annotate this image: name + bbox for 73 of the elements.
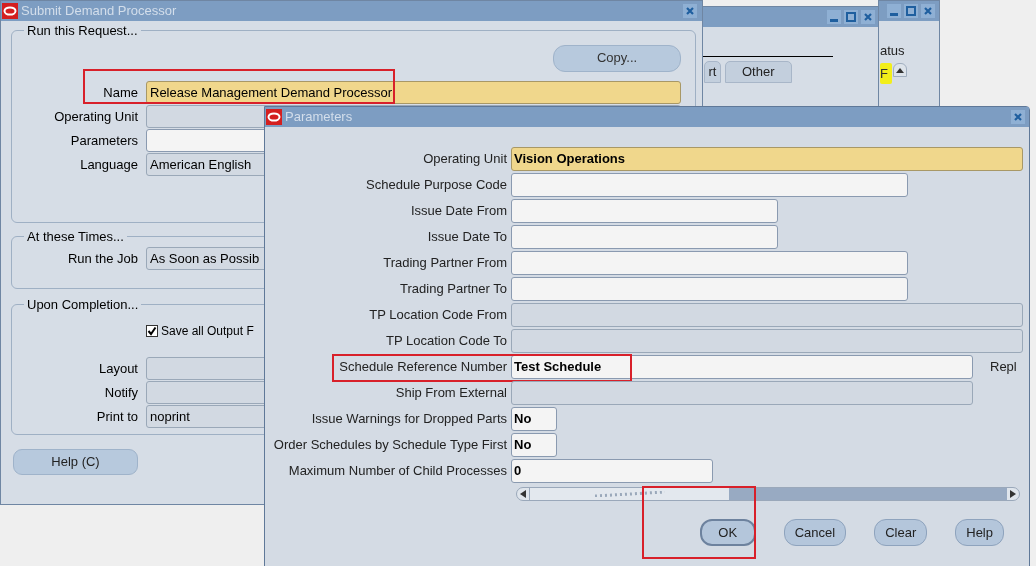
field-label: Operating Unit <box>422 150 508 169</box>
group-title: Upon Completion... <box>26 296 140 314</box>
close-icon <box>1013 112 1023 122</box>
group-title: Run this Request... <box>26 22 139 40</box>
text-field[interactable] <box>511 277 908 301</box>
horizontal-scrollbar[interactable] <box>516 487 1020 501</box>
field-label: Parameters <box>69 131 139 150</box>
tab[interactable]: rt <box>704 61 721 83</box>
minimize-button[interactable] <box>827 10 841 24</box>
maximize-icon <box>906 6 916 16</box>
close-icon <box>923 6 933 16</box>
oracle-icon <box>266 109 282 125</box>
checkbox-label: Save all Output F <box>161 322 254 340</box>
field-label: Language <box>79 155 139 174</box>
up-arrow-icon <box>896 67 904 73</box>
text-field[interactable]: Test Schedule <box>511 355 973 379</box>
scroll-up-button[interactable] <box>893 63 907 77</box>
field-label: Trading Partner From <box>382 254 508 273</box>
field-label: Schedule Purpose Code <box>365 176 508 195</box>
close-button[interactable] <box>921 4 935 18</box>
field-label: Maximum Number of Child Processes <box>287 462 508 481</box>
minimize-icon <box>830 19 838 22</box>
group-title: At these Times... <box>26 228 125 246</box>
field-label: Order Schedules by Schedule Type First <box>272 436 508 455</box>
field-label: TP Location Code To <box>385 332 508 351</box>
checkmark-icon <box>147 325 157 336</box>
status-cell: F <box>880 63 892 84</box>
text-field[interactable] <box>511 251 908 275</box>
checkbox[interactable] <box>146 324 158 337</box>
text-field[interactable] <box>511 199 778 223</box>
minimize-button[interactable] <box>887 4 901 18</box>
field-label: Schedule Reference Number <box>338 358 508 377</box>
field-label: Issue Date From <box>409 202 508 221</box>
field-label: Ship From External <box>394 384 508 403</box>
field-label: Print to <box>95 407 139 426</box>
field-label: Name <box>102 83 139 102</box>
close-button[interactable] <box>1011 110 1025 124</box>
window-title: Parameters <box>285 108 353 127</box>
field-label: Notify <box>103 383 139 402</box>
close-button[interactable] <box>683 4 697 18</box>
text-field[interactable] <box>511 225 778 249</box>
copy-button[interactable]: Copy... <box>553 44 681 72</box>
dialog-button[interactable]: Clear <box>874 519 928 546</box>
column-header: atus <box>880 43 906 59</box>
maximize-button[interactable] <box>904 4 918 18</box>
oracle-icon <box>2 3 18 19</box>
window-title: Submit Demand Processor <box>21 2 177 21</box>
dialog-button[interactable]: Cancel <box>783 519 847 546</box>
text-field[interactable]: No <box>511 407 557 431</box>
close-button[interactable] <box>861 10 875 24</box>
field-label: Trading Partner To <box>399 280 508 299</box>
maximize-button[interactable] <box>844 10 858 24</box>
dialog-button[interactable]: OK <box>699 519 756 546</box>
field-label: Issue Date To <box>426 228 508 247</box>
column-label: Repl <box>990 358 1017 377</box>
help-button[interactable]: Help (C) <box>13 449 138 475</box>
dialog-button[interactable]: Help <box>955 519 1004 546</box>
maximize-icon <box>846 12 856 22</box>
field-label: Layout <box>97 359 139 378</box>
text-field[interactable] <box>511 173 908 197</box>
field-label: Operating Unit <box>53 107 139 126</box>
text-field[interactable]: 0 <box>511 459 713 483</box>
tab[interactable]: Other <box>725 61 792 83</box>
text-field[interactable]: Release Management Demand Processor <box>146 81 681 104</box>
field-label: Run the Job <box>66 249 139 268</box>
field-label: TP Location Code From <box>368 306 508 325</box>
text-field[interactable]: Vision Operations <box>511 147 1023 171</box>
close-icon <box>685 6 695 16</box>
text-field[interactable]: No <box>511 433 557 457</box>
field-label: Issue Warnings for Dropped Parts <box>310 410 508 429</box>
minimize-icon <box>890 13 898 16</box>
close-icon <box>863 12 873 22</box>
grip-icon <box>594 491 665 497</box>
